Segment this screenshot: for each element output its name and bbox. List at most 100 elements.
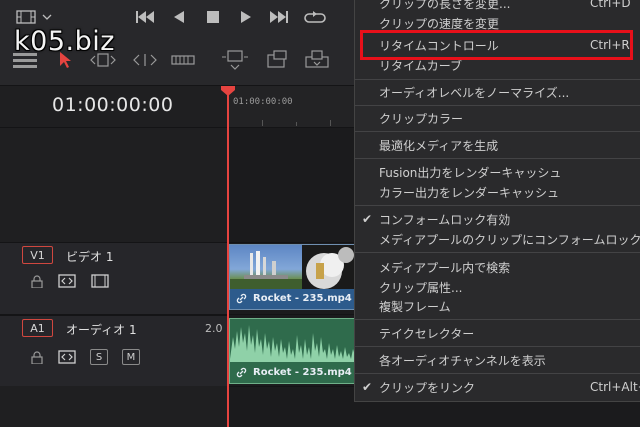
menu-item-link-clips[interactable]: ✔ クリップをリンク Ctrl+Alt+	[355, 377, 640, 397]
menu-item-label: オーディオレベルをノーマライズ...	[379, 85, 570, 100]
audio-track-badge[interactable]: A1	[22, 319, 53, 337]
menu-item-duplicate-frames[interactable]: 複製フレーム	[355, 296, 640, 316]
dynamic-trim-button[interactable]	[130, 48, 160, 72]
mute-button[interactable]: M	[122, 349, 140, 365]
stop-icon	[207, 11, 219, 23]
menu-item-render-cache-fusion[interactable]: Fusion出力をレンダーキャッシュ	[355, 162, 640, 182]
auto-track-selector-button[interactable]	[58, 273, 76, 289]
menu-item-label: クリップの速度を変更	[379, 16, 500, 31]
menu-separator	[355, 105, 640, 106]
menu-item-label: クリップをリンク	[379, 380, 476, 395]
ruler-tick	[262, 120, 263, 126]
watermark: k05.biz	[14, 26, 115, 57]
ruler-tick	[296, 122, 297, 126]
video-track-badge[interactable]: V1	[22, 246, 53, 264]
skip-back-icon	[136, 11, 154, 23]
lock-icon	[31, 274, 43, 288]
film-strip-icon	[16, 10, 52, 24]
clip-context-menu: クリップの長さを変更... Ctrl+D クリップの速度を変更 リタイムコントロ…	[354, 0, 640, 402]
skip-forward-icon	[270, 11, 288, 23]
auto-select-icon	[58, 350, 76, 364]
play-icon	[241, 11, 251, 23]
menu-item-clip-color[interactable]: クリップカラー	[355, 108, 640, 128]
playhead-handle[interactable]	[221, 86, 235, 96]
audio-clip-name: Rocket - 235.mp4	[253, 367, 352, 378]
skip-to-end-button[interactable]	[268, 6, 290, 28]
audio-channel-format: 2.0	[205, 322, 223, 335]
highlight-annotation	[360, 30, 633, 60]
menu-item-shortcut: Ctrl+D	[590, 0, 631, 10]
disable-video-track-button[interactable]	[90, 273, 110, 289]
replace-clip-button[interactable]	[302, 48, 332, 72]
viewer-mode-dropdown[interactable]	[16, 8, 56, 26]
link-icon	[236, 293, 247, 304]
empty-track-space	[0, 128, 228, 242]
play-button[interactable]	[235, 6, 257, 28]
video-track-name[interactable]: ビデオ 1	[66, 248, 113, 265]
audio-track-name[interactable]: オーディオ 1	[66, 321, 137, 338]
menu-item-find-in-media-pool[interactable]: メディアプール内で検索	[355, 257, 640, 277]
stop-button[interactable]	[202, 6, 224, 28]
play-reverse-icon	[174, 11, 184, 23]
menu-item-label: クリップ属性...	[379, 280, 463, 295]
menu-item-label: クリップカラー	[379, 111, 464, 126]
video-clip-label: Rocket - 235.mp4	[230, 288, 354, 309]
checkmark-icon: ✔	[362, 212, 373, 226]
menu-separator	[355, 346, 640, 347]
menu-separator	[355, 205, 640, 206]
replace-clip-icon	[305, 50, 329, 68]
menu-item-conform-lock-media-pool[interactable]: メディアプールのクリップにコンフォームロック	[355, 229, 640, 249]
checkmark-icon: ✔	[362, 380, 373, 394]
menu-separator	[355, 373, 640, 374]
audio-waveform	[230, 325, 354, 365]
overwrite-clip-icon	[267, 50, 287, 68]
video-clip[interactable]: Rocket - 235.mp4	[229, 244, 356, 310]
loop-icon	[304, 11, 326, 23]
menu-item-shortcut: Ctrl+Alt+	[590, 380, 640, 394]
menu-separator	[355, 319, 640, 320]
menu-item-conform-lock-enabled[interactable]: ✔ コンフォームロック有効	[355, 209, 640, 229]
play-reverse-button[interactable]	[168, 6, 190, 28]
lock-track-button[interactable]	[30, 350, 44, 364]
audio-track-header[interactable]: A1 オーディオ 1 2.0 S M	[0, 316, 228, 386]
insert-clip-button[interactable]	[220, 48, 250, 72]
menu-item-render-cache-color[interactable]: カラー出力をレンダーキャッシュ	[355, 182, 640, 202]
menu-item-take-selector[interactable]: テイクセレクター	[355, 323, 640, 343]
blade-edit-button[interactable]	[170, 48, 196, 72]
dynamic-trim-icon	[133, 54, 157, 66]
auto-select-icon	[58, 274, 76, 288]
menu-item-label: メディアプールのクリップにコンフォームロック	[379, 232, 640, 247]
menu-item-show-audio-channels[interactable]: 各オーディオチャンネルを表示	[355, 350, 640, 370]
menu-item-label: 複製フレーム	[379, 299, 451, 314]
menu-item-label: 各オーディオチャンネルを表示	[379, 353, 546, 368]
menu-item-clip-attributes[interactable]: クリップ属性...	[355, 277, 640, 297]
menu-item-normalize-audio[interactable]: オーディオレベルをノーマライズ...	[355, 82, 640, 102]
skip-to-start-button[interactable]	[134, 6, 156, 28]
film-strip-icon	[91, 274, 109, 288]
audio-clip[interactable]: Rocket - 235.mp4	[229, 318, 355, 384]
video-clip-name: Rocket - 235.mp4	[253, 293, 352, 304]
menu-separator	[355, 252, 640, 253]
menu-item-label: 最適化メディアを生成	[379, 138, 499, 153]
menu-item-generate-optimized-media[interactable]: 最適化メディアを生成	[355, 135, 640, 155]
solo-button[interactable]: S	[90, 349, 108, 365]
ruler-tick	[330, 120, 331, 126]
video-track-header[interactable]: V1 ビデオ 1	[0, 242, 228, 314]
menu-item-label: テイクセレクター	[379, 326, 475, 341]
link-icon	[236, 367, 247, 378]
insert-clip-icon	[222, 50, 248, 70]
clip-thumbnail-launchpad	[230, 245, 302, 289]
playhead[interactable]	[227, 92, 229, 427]
audio-clip-label: Rocket - 235.mp4	[230, 362, 354, 383]
menu-item-label: Fusion出力をレンダーキャッシュ	[379, 165, 562, 180]
overwrite-clip-button[interactable]	[262, 48, 292, 72]
timeline-timecode[interactable]: 01:00:00:00	[52, 94, 173, 116]
menu-item-change-clip-duration[interactable]: クリップの長さを変更... Ctrl+D	[355, 0, 640, 13]
menu-separator	[355, 158, 640, 159]
menu-item-label: カラー出力をレンダーキャッシュ	[379, 185, 560, 200]
ruler-timecode: 01:00:00:00	[233, 97, 293, 107]
menu-item-label: メディアプール内で検索	[379, 260, 511, 275]
auto-track-selector-button[interactable]	[58, 349, 76, 365]
loop-button[interactable]	[304, 6, 326, 28]
lock-track-button[interactable]	[30, 274, 44, 288]
